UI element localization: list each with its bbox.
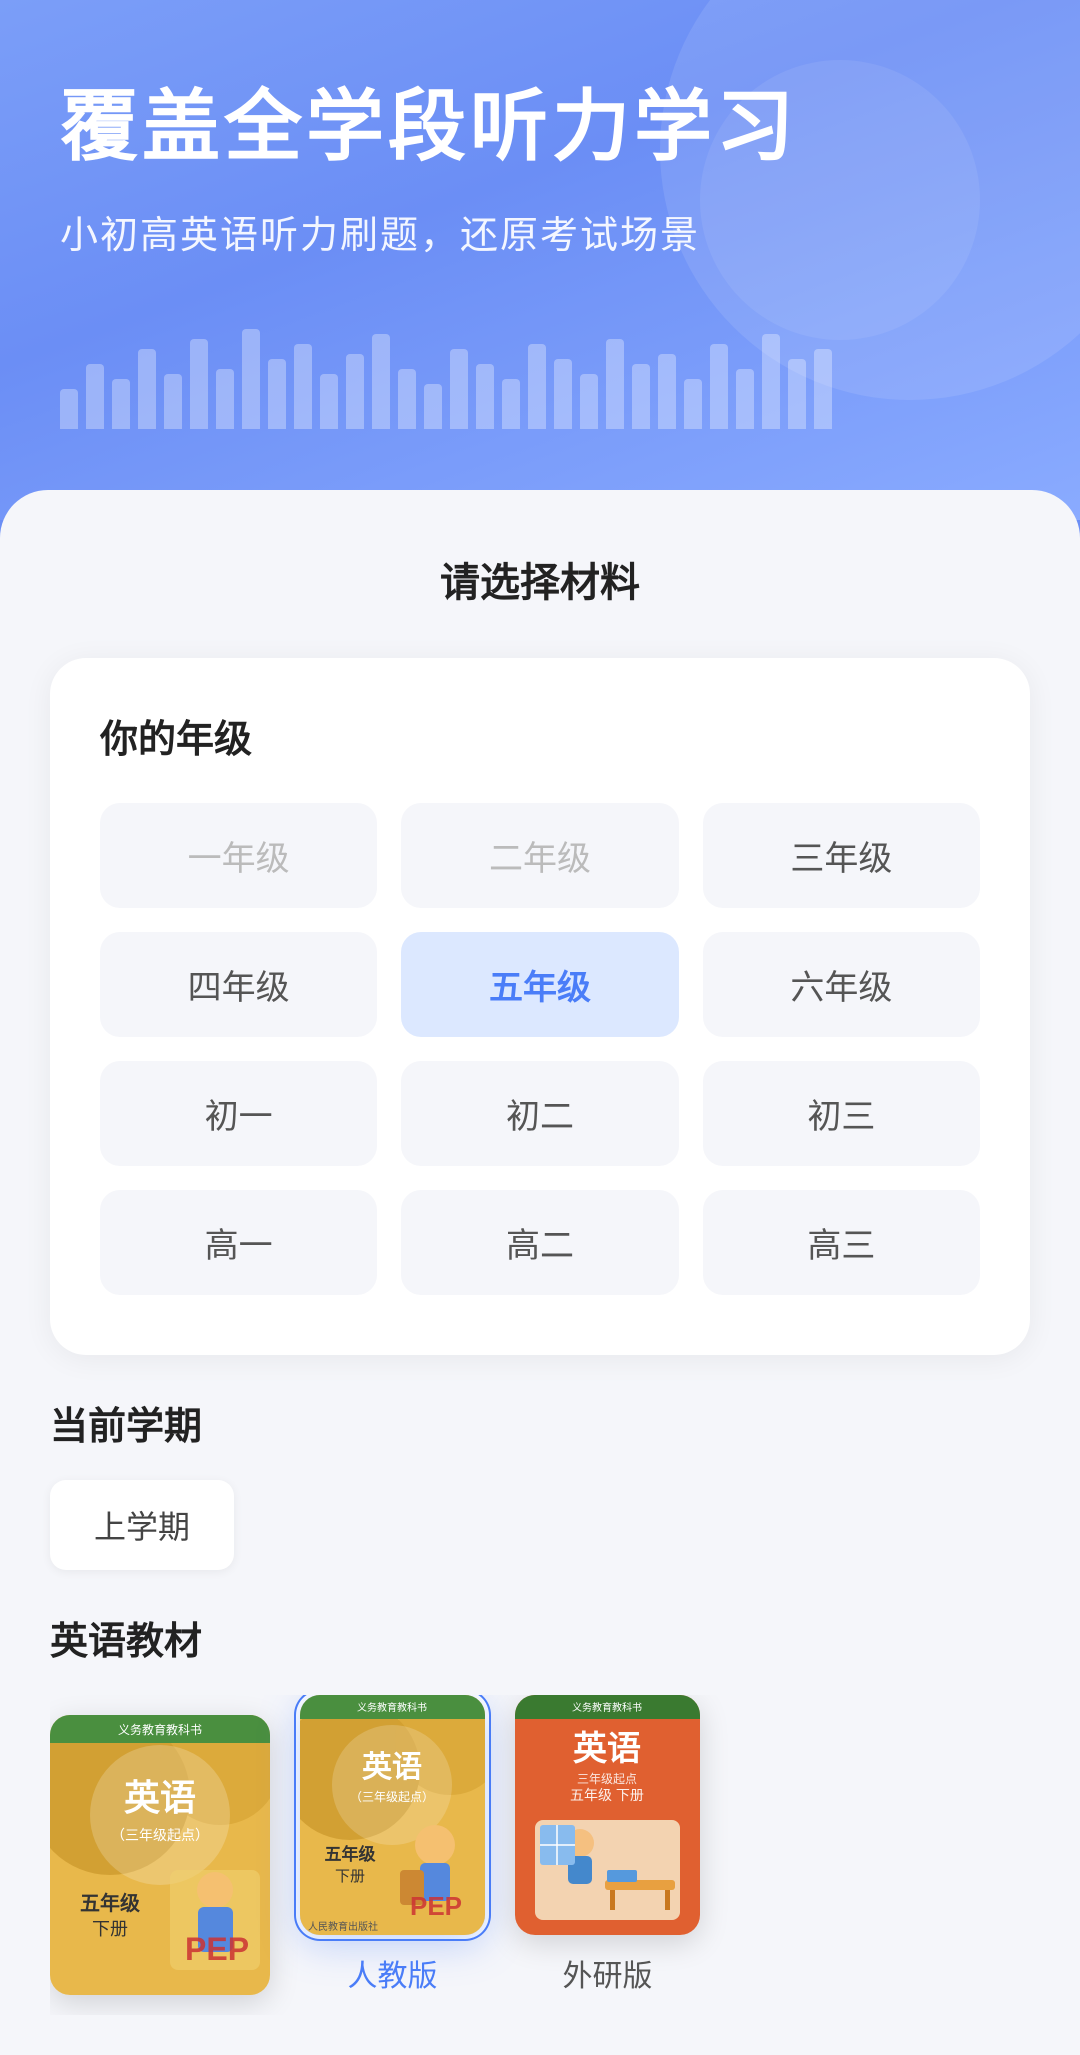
textbook-item-renjiaoban[interactable]: 英语 （三年级起点） 义务教育教科书 五年级 下册 PEP 人民教育出版社 [300, 1695, 485, 1995]
textbook-label: 英语教材 [50, 1610, 1030, 1665]
soundwave-bar [60, 389, 78, 429]
semester-button-shangxueqi[interactable]: 上学期 [50, 1480, 234, 1570]
grade-button-g3[interactable]: 三年级 [703, 803, 980, 908]
soundwave-bar [762, 334, 780, 429]
grade-button-g7[interactable]: 初一 [100, 1061, 377, 1166]
soundwave-bar [450, 349, 468, 429]
soundwave-bar [86, 364, 104, 429]
soundwave-bar [788, 359, 806, 429]
soundwave-bar [164, 374, 182, 429]
soundwave-bar [216, 369, 234, 429]
soundwave-bar [268, 359, 286, 429]
grade-button-g5[interactable]: 五年级 [401, 932, 678, 1037]
svg-text:义务教育教科书: 义务教育教科书 [572, 1701, 642, 1714]
svg-text:下册: 下册 [335, 1868, 365, 1885]
hero-title: 覆盖全学段听力学习 [60, 80, 1020, 174]
svg-text:英语: 英语 [573, 1730, 641, 1768]
soundwave-bar [190, 339, 208, 429]
svg-text:PEP: PEP [185, 1931, 249, 1967]
textbook-section: 英语教材 英语 （三年级起点） [50, 1610, 1030, 2015]
svg-text:义务教育教科书: 义务教育教科书 [118, 1722, 202, 1737]
soundwave-bar [528, 344, 546, 429]
textbook-item-waiyanbан[interactable]: 义务教育教科书 英语 三年级起点 五年级 下册 [515, 1695, 700, 1995]
soundwave-bar [736, 369, 754, 429]
soundwave-bar [814, 349, 832, 429]
svg-text:（三年级起点）: （三年级起点） [111, 1827, 209, 1843]
book-cover-renjiaoban: 英语 （三年级起点） 义务教育教科书 五年级 下册 PEP 人民教育出版社 [300, 1695, 485, 1935]
textbook-item-main[interactable]: 英语 （三年级起点） 义务教育教科书 五年级 下册 PEP [50, 1715, 270, 1995]
svg-text:英语: 英语 [362, 1751, 422, 1784]
semester-section: 当前学期 上学期 [50, 1395, 1030, 1570]
book-label-renjiaoban: 人教版 [348, 1951, 438, 1995]
grade-button-g10[interactable]: 高一 [100, 1190, 377, 1295]
svg-text:人民教育出版社: 人民教育出版社 [308, 1920, 378, 1933]
grade-section-label: 你的年级 [100, 708, 980, 763]
grade-button-g2: 二年级 [401, 803, 678, 908]
grade-card: 你的年级 一年级二年级三年级四年级五年级六年级初一初二初三高一高二高三 [50, 658, 1030, 1355]
grade-button-g12[interactable]: 高三 [703, 1190, 980, 1295]
svg-text:三年级起点: 三年级起点 [577, 1772, 637, 1786]
soundwave-bar [346, 354, 364, 429]
material-section-title: 请选择材料 [50, 550, 1030, 608]
soundwave-bar [138, 349, 156, 429]
svg-text:义务教育教科书: 义务教育教科书 [357, 1701, 427, 1714]
svg-text:下册: 下册 [92, 1919, 128, 1939]
grade-button-g11[interactable]: 高二 [401, 1190, 678, 1295]
soundwave-bar [606, 339, 624, 429]
grade-button-g6[interactable]: 六年级 [703, 932, 980, 1037]
soundwave-bar [242, 329, 260, 429]
soundwave-bar [632, 364, 650, 429]
book-label-waiyanbаn: 外研版 [563, 1951, 653, 1995]
soundwave-bar [502, 379, 520, 429]
svg-text:五年级 下册: 五年级 下册 [570, 1787, 644, 1803]
soundwave-bar [320, 374, 338, 429]
main-card: 请选择材料 你的年级 一年级二年级三年级四年级五年级六年级初一初二初三高一高二高… [0, 490, 1080, 2055]
svg-text:英语: 英语 [124, 1777, 196, 1818]
soundwave-bar [658, 354, 676, 429]
svg-text:五年级: 五年级 [325, 1844, 376, 1864]
soundwave-bar [684, 379, 702, 429]
grade-button-g4[interactable]: 四年级 [100, 932, 377, 1037]
soundwave-bar [294, 344, 312, 429]
soundwave-bar [372, 334, 390, 429]
book-cover-waiyanbаn: 义务教育教科书 英语 三年级起点 五年级 下册 [515, 1695, 700, 1935]
soundwave-bar [424, 384, 442, 429]
soundwave-bar [476, 364, 494, 429]
soundwave-bar [398, 369, 416, 429]
soundwave-bar [554, 359, 572, 429]
book-cover-main: 英语 （三年级起点） 义务教育教科书 五年级 下册 PEP [50, 1715, 270, 1995]
soundwave-bar [112, 379, 130, 429]
grade-grid: 一年级二年级三年级四年级五年级六年级初一初二初三高一高二高三 [100, 803, 980, 1295]
semester-label: 当前学期 [50, 1395, 1030, 1450]
svg-text:PEP: PEP [410, 1891, 462, 1921]
grade-button-g9[interactable]: 初三 [703, 1061, 980, 1166]
hero-subtitle: 小初高英语听力刷题，还原考试场景 [60, 204, 1020, 259]
svg-text:五年级: 五年级 [80, 1891, 140, 1915]
textbook-row: 英语 （三年级起点） 义务教育教科书 五年级 下册 PEP [50, 1695, 1030, 2015]
soundwave-bar [710, 344, 728, 429]
soundwave-bar [580, 374, 598, 429]
soundwave-visualization [60, 309, 1020, 429]
grade-button-g8[interactable]: 初二 [401, 1061, 678, 1166]
svg-text:（三年级起点）: （三年级起点） [350, 1790, 434, 1804]
grade-button-g1: 一年级 [100, 803, 377, 908]
hero-section: 覆盖全学段听力学习 小初高英语听力刷题，还原考试场景 [0, 0, 1080, 520]
